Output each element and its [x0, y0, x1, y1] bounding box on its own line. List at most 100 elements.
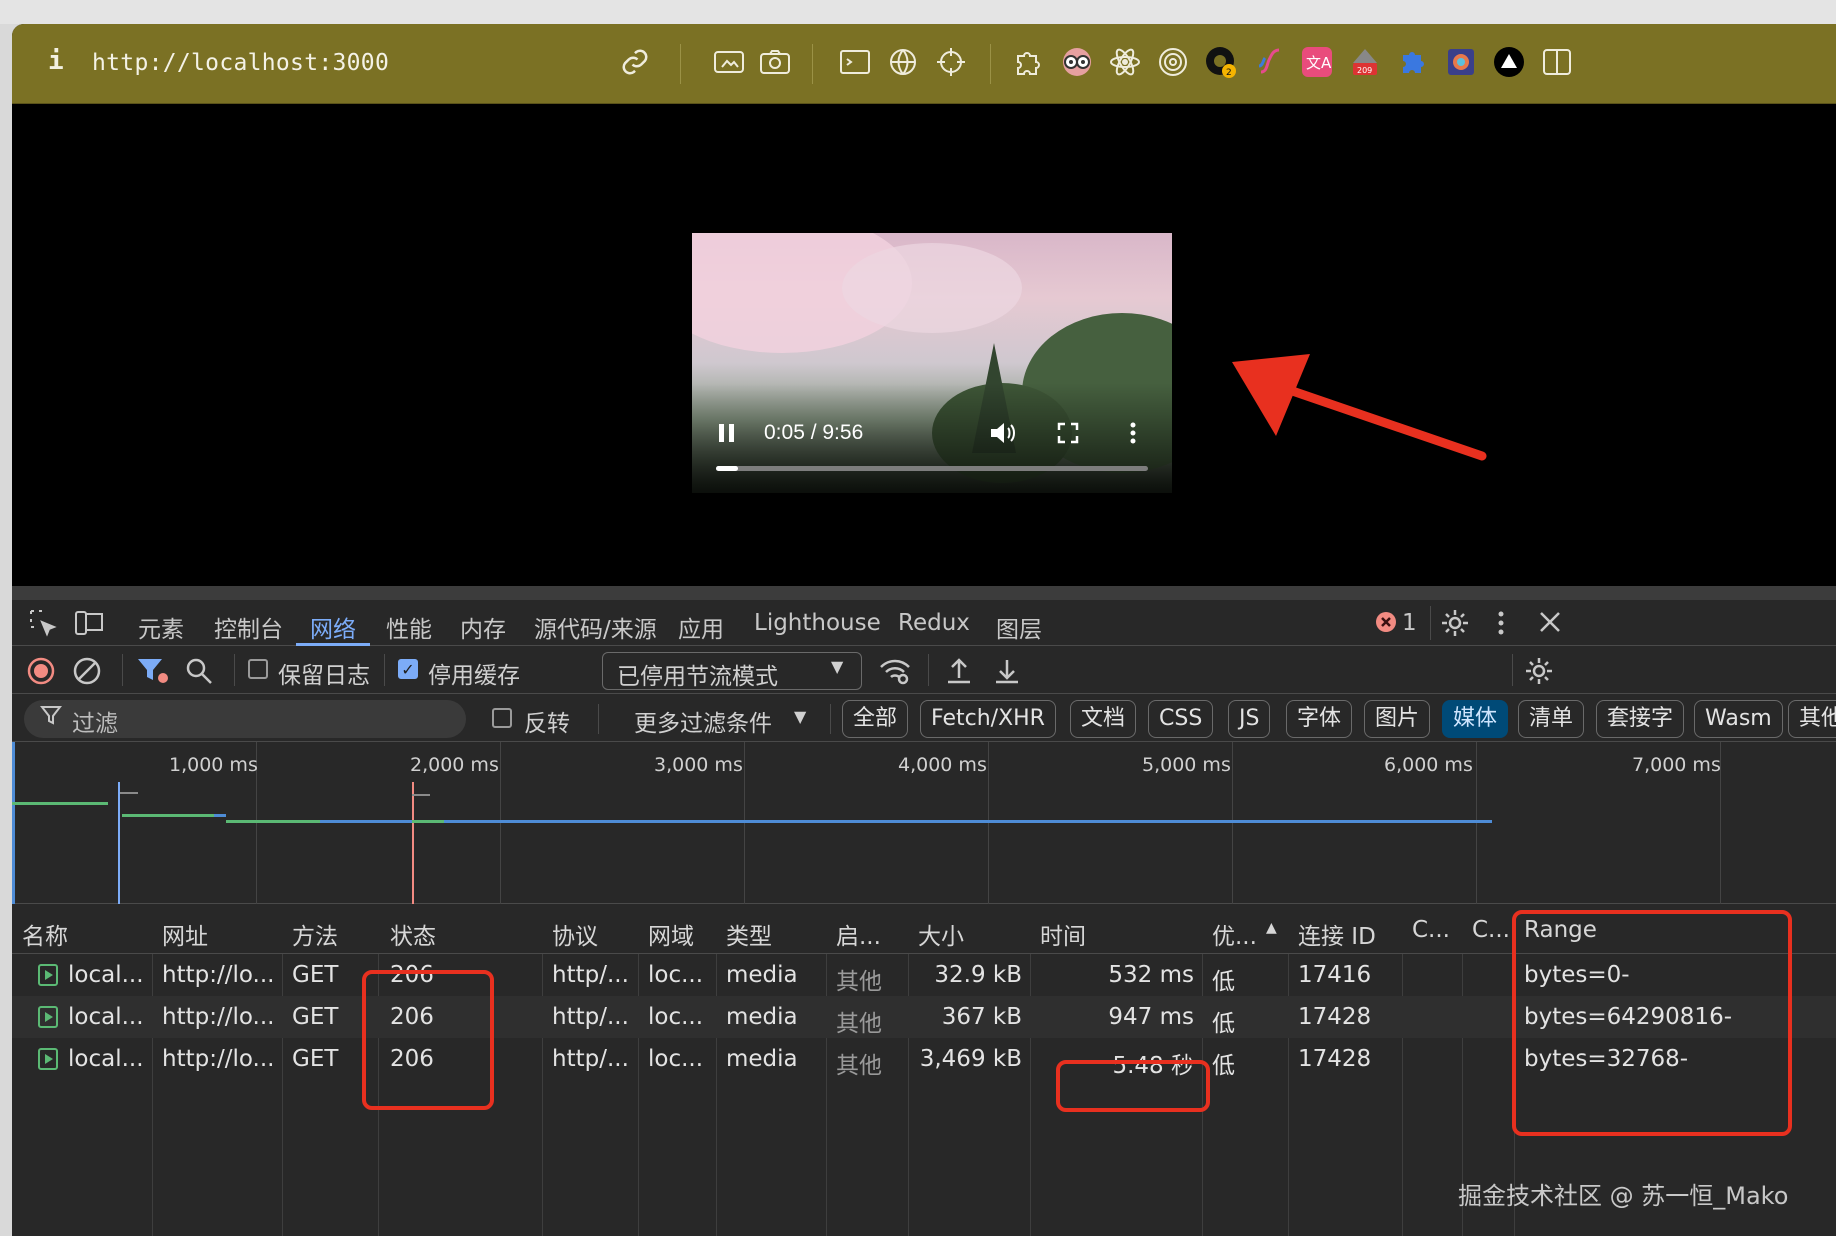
translate-icon[interactable]: 文A	[1300, 45, 1334, 79]
puzzle-blue-icon[interactable]	[1396, 45, 1430, 79]
more-filters-chevron-icon: ▼	[794, 707, 807, 726]
terminal-icon[interactable]	[838, 45, 872, 79]
link-icon[interactable]	[618, 45, 652, 79]
network-overview[interactable]: 1,000 ms 2,000 ms 3,000 ms 4,000 ms 5,00…	[12, 742, 1836, 904]
puzzle-icon[interactable]	[1012, 45, 1046, 79]
filter-chip-js[interactable]: JS	[1228, 700, 1271, 738]
filter-chip-doc[interactable]: 文档	[1070, 700, 1137, 738]
col-initiator[interactable]: 启...	[836, 917, 881, 951]
volume-icon[interactable]	[988, 419, 1018, 447]
react-icon[interactable]	[1108, 45, 1142, 79]
more-options-icon[interactable]	[1128, 419, 1138, 447]
script-icon[interactable]	[1252, 45, 1286, 79]
close-icon[interactable]	[1536, 608, 1564, 642]
search-icon[interactable]	[184, 656, 214, 692]
tab-elements[interactable]: 元素	[138, 610, 184, 644]
col-status[interactable]: 状态	[390, 917, 436, 951]
invert-checkbox[interactable]	[492, 708, 512, 728]
filter-chip-other[interactable]: 其他	[1788, 700, 1836, 738]
col-priority[interactable]: 优...	[1212, 917, 1257, 951]
address-bar: i http://localhost:3000 2 文A 209	[12, 24, 1836, 104]
color-picker-icon[interactable]	[1444, 45, 1478, 79]
col-size[interactable]: 大小	[918, 917, 964, 951]
overview-bar	[412, 820, 444, 823]
filter-chip-all[interactable]: 全部	[842, 700, 909, 738]
sidebar-icon[interactable]	[1540, 45, 1574, 79]
filter-chip-css[interactable]: CSS	[1148, 700, 1214, 738]
col-custom-2[interactable]: C...	[1472, 917, 1510, 943]
overview-bar	[412, 794, 430, 796]
network-conditions-icon[interactable]	[878, 656, 912, 692]
inspect-element-icon[interactable]	[28, 608, 58, 644]
tab-application[interactable]: 应用	[678, 610, 724, 644]
col-url[interactable]: 网址	[162, 917, 208, 951]
overview-bar	[226, 820, 320, 823]
disable-cache-label: 停用缓存	[428, 663, 520, 689]
col-time[interactable]: 时间	[1040, 917, 1086, 951]
pause-icon[interactable]	[716, 421, 738, 445]
more-menu-icon[interactable]	[1496, 608, 1506, 644]
cell-name: local...	[68, 1046, 144, 1072]
clear-icon[interactable]	[72, 656, 102, 692]
record-stop-icon[interactable]	[26, 656, 56, 692]
extension-badge-icon[interactable]: 2	[1204, 45, 1238, 79]
tab-layers[interactable]: 图层	[996, 610, 1042, 644]
cell-method: GET	[292, 1004, 339, 1030]
col-custom-1[interactable]: C...	[1412, 917, 1450, 943]
filter-chip-media[interactable]: 媒体	[1442, 700, 1509, 738]
cell-time: 947 ms	[1108, 1004, 1194, 1030]
col-domain[interactable]: 网域	[648, 917, 694, 951]
info-icon[interactable]: i	[48, 46, 64, 76]
screenshot-icon[interactable]	[712, 45, 746, 79]
settings-gear-icon[interactable]	[1440, 608, 1470, 644]
extension-icon[interactable]: 209	[1348, 45, 1382, 79]
disable-cache-checkbox[interactable]: ✓	[398, 659, 418, 679]
tab-network[interactable]: 网络	[310, 610, 356, 644]
export-har-icon[interactable]	[992, 656, 1022, 692]
vercel-icon[interactable]	[1492, 45, 1526, 79]
target-icon[interactable]	[1156, 45, 1190, 79]
url-text[interactable]: http://localhost:3000	[92, 50, 389, 76]
more-filters-dropdown[interactable]: 更多过滤条件	[634, 704, 772, 738]
col-protocol[interactable]: 协议	[552, 917, 598, 951]
video-progress-bar[interactable]	[716, 466, 1148, 471]
preserve-log-label: 保留日志	[278, 663, 370, 689]
network-settings-icon[interactable]	[1524, 656, 1554, 692]
error-count[interactable]: 1	[1402, 610, 1417, 636]
col-method[interactable]: 方法	[292, 917, 338, 951]
filter-input[interactable]: 过滤	[24, 700, 466, 738]
col-name[interactable]: 名称	[22, 917, 68, 951]
tab-lighthouse[interactable]: Lighthouse	[754, 610, 881, 636]
filter-funnel-icon[interactable]	[136, 656, 170, 692]
tab-performance[interactable]: 性能	[386, 610, 432, 644]
crosshair-icon[interactable]	[934, 45, 968, 79]
highlight-status-column	[362, 970, 494, 1110]
col-type[interactable]: 类型	[726, 917, 772, 951]
eyes-icon[interactable]	[1060, 45, 1094, 79]
device-toolbar-icon[interactable]	[74, 608, 106, 644]
filter-chip-manifest[interactable]: 清单	[1518, 700, 1585, 738]
tab-sources[interactable]: 源代码/来源	[534, 610, 657, 644]
filter-chip-img[interactable]: 图片	[1364, 700, 1431, 738]
devtools-resize-handle[interactable]	[12, 586, 1836, 600]
filter-chip-socket[interactable]: 套接字	[1596, 700, 1685, 738]
col-connection-id[interactable]: 连接 ID	[1298, 917, 1376, 951]
preserve-log-checkbox[interactable]	[248, 659, 268, 679]
throttle-select[interactable]: 已停用节流模式 ▼	[602, 652, 862, 690]
media-file-icon	[38, 1048, 58, 1070]
filter-chip-wasm[interactable]: Wasm	[1694, 700, 1783, 738]
error-icon[interactable]	[1374, 610, 1398, 640]
fullscreen-icon[interactable]	[1056, 421, 1080, 445]
tab-console[interactable]: 控制台	[214, 610, 283, 644]
tab-memory[interactable]: 内存	[460, 610, 506, 644]
video-player[interactable]: 0:05 / 9:56	[692, 233, 1172, 493]
tab-redux[interactable]: Redux	[898, 610, 970, 636]
cell-initiator: 其他	[836, 969, 882, 995]
cell-type: media	[726, 1004, 798, 1030]
filter-chip-fetch-xhr[interactable]: Fetch/XHR	[920, 700, 1056, 738]
filter-chip-font[interactable]: 字体	[1286, 700, 1353, 738]
import-har-icon[interactable]	[944, 656, 974, 692]
globe-icon[interactable]	[886, 45, 920, 79]
camera-icon[interactable]	[758, 45, 792, 79]
video-time: 0:05 / 9:56	[764, 421, 864, 444]
